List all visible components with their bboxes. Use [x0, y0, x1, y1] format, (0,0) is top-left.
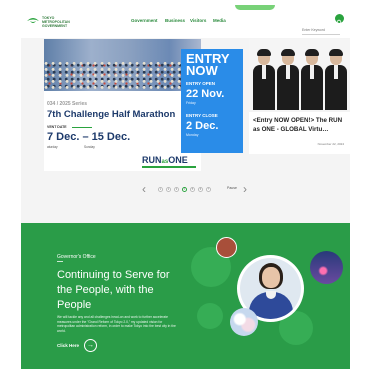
event-day-start: aturday — [47, 145, 58, 149]
nav-media[interactable]: Media — [213, 18, 226, 23]
pager-dot[interactable]: 6 — [198, 187, 203, 192]
brand-underline — [142, 166, 196, 168]
musician-figure — [277, 49, 299, 110]
click-here-link[interactable]: Click Here — [57, 343, 79, 348]
entry-close-date: 2 Dec. — [186, 120, 219, 132]
governor-section: Governor's Office Continuing to Serve fo… — [21, 223, 350, 369]
musician-figure — [253, 49, 275, 110]
news-title: <Entry NOW OPEN!> The RUN as ONE - GLOBA… — [253, 117, 343, 133]
entry-open-label: ENTRY OPEN — [186, 81, 216, 86]
marathon-title: 7th Challenge Half Marathon — [47, 109, 176, 120]
search-icon[interactable] — [335, 14, 344, 25]
arrow-right-icon[interactable]: → — [84, 339, 97, 352]
nav-business[interactable]: Business — [165, 18, 185, 23]
label-underline — [57, 261, 63, 262]
site-header: TOKYO METROPOLITAN GOVERNMENT Government… — [21, 5, 350, 38]
pause-button[interactable]: Pause — [227, 186, 237, 190]
governor-headline: Continuing to Serve for the People, with… — [57, 269, 170, 311]
logo-line: GOVERNMENT — [42, 24, 68, 28]
governor-message: We will tackle any and all challenges he… — [57, 315, 176, 333]
marathon-series: 034 / 2025 Series — [47, 101, 88, 107]
entry-close-label: ENTRY CLOSE — [186, 113, 218, 118]
entry-open-day: Friday — [186, 101, 196, 105]
pager-dot[interactable]: 1 — [158, 187, 163, 192]
runners-photo — [44, 39, 201, 91]
section-label: Governor's Office — [57, 254, 96, 260]
page-frame: TOKYO METROPOLITAN GOVERNMENT Government… — [21, 5, 350, 369]
musician-figure — [325, 49, 347, 110]
nav-government[interactable]: Government — [131, 18, 158, 23]
nav-visitors[interactable]: Visitors — [190, 18, 206, 23]
news-date: November 22, 2024 — [317, 142, 344, 146]
event-day-end: Sunday — [84, 145, 95, 149]
pager-dot[interactable]: 2 — [166, 187, 171, 192]
carousel-pager: ‹ 1 2 3 4 5 6 7 Pause › — [21, 182, 350, 196]
header-accent-bar — [235, 5, 275, 10]
marathon-slide[interactable]: 034 / 2025 Series 7th Challenge Half Mar… — [44, 39, 201, 171]
chevron-right-icon[interactable]: › — [243, 183, 247, 195]
photo-thumbnail — [216, 237, 237, 258]
entry-now-headline: ENTRY NOW — [186, 51, 230, 78]
entry-now-panel[interactable]: ENTRY NOW ENTRY OPEN 22 Nov. Friday ENTR… — [181, 49, 243, 153]
pager-dot-active[interactable]: 4 — [182, 187, 187, 192]
news-card[interactable]: <Entry NOW OPEN!> The RUN as ONE - GLOBA… — [249, 112, 350, 154]
divider — [72, 127, 92, 128]
run-as-one-logo: RUNasONE — [142, 155, 188, 165]
event-date-label: VENT DATE — [47, 125, 67, 129]
tokyo-logo-icon[interactable] — [27, 17, 39, 25]
musician-figure — [301, 49, 323, 110]
pager-dot[interactable]: 3 — [174, 187, 179, 192]
flowers-photo — [230, 308, 258, 336]
musicians-photo[interactable] — [249, 39, 350, 110]
event-dates: 7 Dec. – 15 Dec. — [47, 131, 131, 143]
pager-dot[interactable]: 7 — [206, 187, 211, 192]
hero-carousel: 034 / 2025 Series 7th Challenge Half Mar… — [21, 39, 350, 176]
brand-run: RUN — [142, 155, 162, 165]
search-input[interactable] — [302, 26, 340, 35]
pager-dot[interactable]: 5 — [190, 187, 195, 192]
chevron-left-icon[interactable]: ‹ — [142, 183, 146, 195]
logo-wordmark[interactable]: TOKYO METROPOLITAN GOVERNMENT — [42, 16, 72, 28]
entry-close-day: Monday — [186, 133, 199, 137]
decor-circle — [197, 303, 223, 329]
night-city-photo — [310, 251, 343, 284]
entry-open-date: 22 Nov. — [186, 88, 225, 100]
brand-one: ONE — [168, 155, 188, 165]
